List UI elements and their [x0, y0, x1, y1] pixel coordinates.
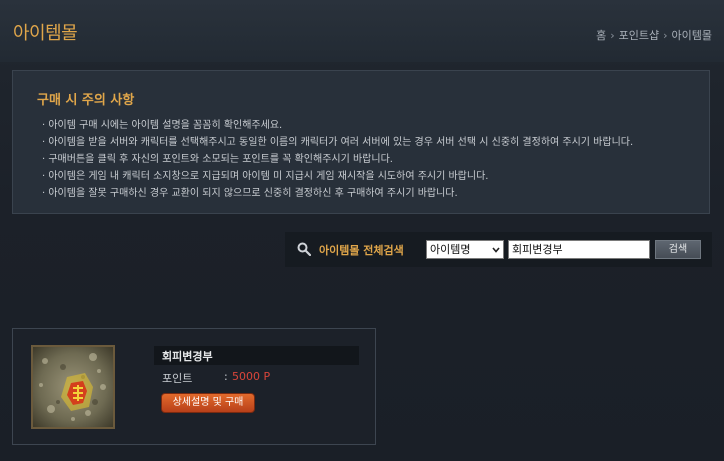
notice-item: 구매버튼을 클릭 후 자신의 포인트와 소모되는 포인트를 꼭 확인해주시기 바… [42, 151, 633, 168]
product-card: 회피변경부 포인트 : 5000 P 상세설명 및 구매 [12, 328, 376, 445]
search-icon [297, 242, 311, 256]
search-type-select[interactable]: 아이템명 [426, 240, 504, 259]
search-input[interactable]: 회피변경부 [508, 240, 650, 259]
search-bar: 아이템몰 전체검색 아이템명 회피변경부 검색 [285, 232, 712, 267]
search-label: 아이템몰 전체검색 [319, 244, 404, 257]
chevron-right-icon: › [663, 28, 668, 42]
breadcrumb-itemmall[interactable]: 아이템몰 [672, 27, 712, 43]
notice-box: 구매 시 주의 사항 아이템 구매 시에는 아이템 설명을 꼼꼼히 확인해주세요… [12, 70, 710, 214]
price-label: 포인트 [162, 372, 193, 385]
notice-item: 아이템을 잘못 구매하신 경우 교환이 되지 않으므로 신중히 결정하신 후 구… [42, 185, 633, 202]
search-type-value: 아이템명 [430, 243, 471, 256]
product-name: 회피변경부 [162, 350, 213, 363]
detail-purchase-button[interactable]: 상세설명 및 구매 [161, 393, 255, 413]
chevron-right-icon: › [610, 28, 615, 42]
chevron-down-icon [492, 247, 500, 253]
page-title: 아이템몰 [13, 23, 78, 44]
breadcrumb-home[interactable]: 홈 [596, 27, 606, 43]
notice-title: 구매 시 주의 사항 [37, 93, 135, 108]
product-image[interactable] [31, 345, 115, 429]
price-value: 5000 P [232, 370, 271, 383]
notice-item: 아이템 구매 시에는 아이템 설명을 꼼꼼히 확인해주세요. [42, 117, 633, 134]
breadcrumb-pointshop[interactable]: 포인트샵 [619, 27, 659, 43]
breadcrumb: 홈 › 포인트샵 › 아이템몰 [596, 27, 712, 43]
notice-item: 아이템은 게임 내 캐릭터 소지창으로 지급되며 아이템 미 지급시 게임 재시… [42, 168, 633, 185]
notice-list: 아이템 구매 시에는 아이템 설명을 꼼꼼히 확인해주세요. 아이템을 받을 서… [42, 117, 633, 202]
search-button[interactable]: 검색 [655, 240, 701, 259]
product-name-bar: 회피변경부 [154, 346, 359, 365]
notice-item: 아이템을 받을 서버와 캐릭터를 선택해주시고 동일한 이름의 캐릭터가 여러 … [42, 134, 633, 151]
price-colon: : [224, 370, 228, 383]
product-thumbnail [33, 347, 113, 427]
